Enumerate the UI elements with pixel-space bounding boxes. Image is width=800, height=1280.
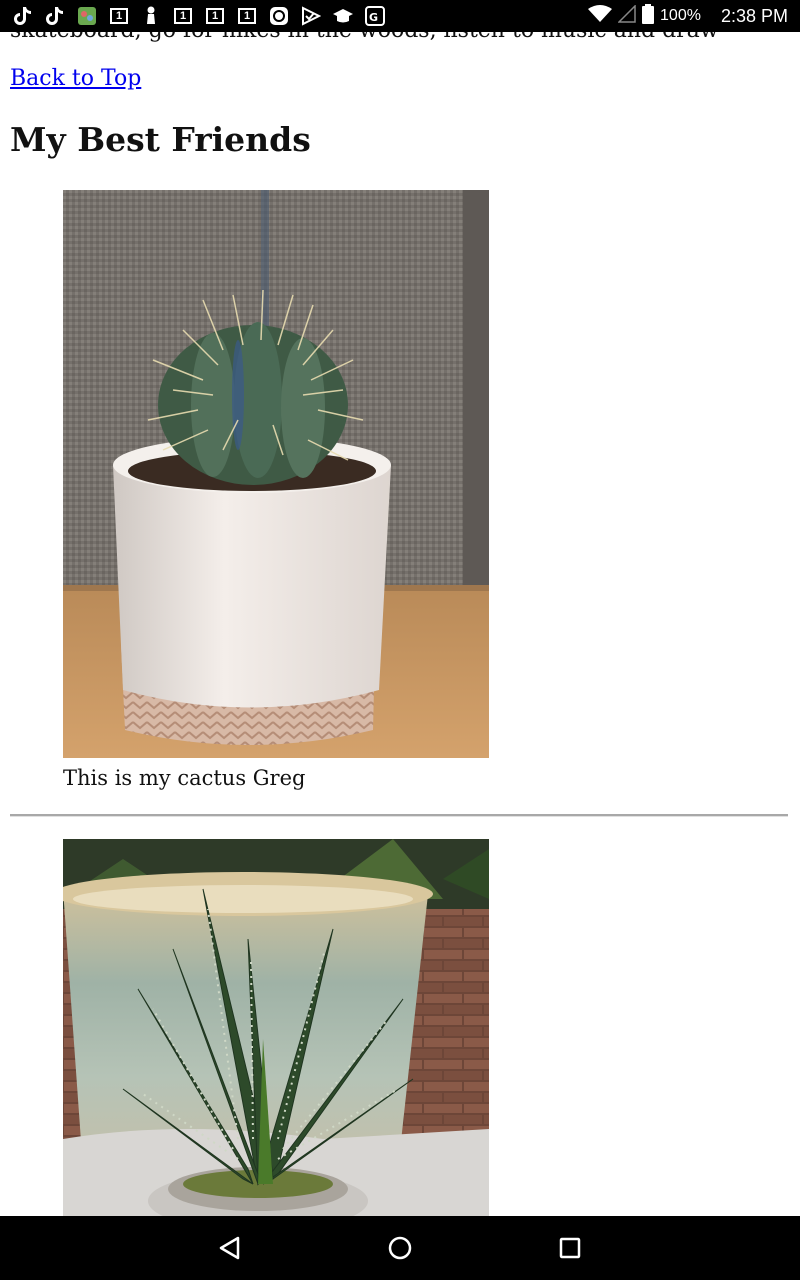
- section-title: My Best Friends: [10, 120, 311, 159]
- navigation-bar: [0, 1216, 800, 1280]
- notification-1-icon: 1: [236, 5, 258, 27]
- notification-1-icon: 1: [172, 5, 194, 27]
- svg-text:G: G: [369, 11, 378, 24]
- notification-1-icon: 1: [204, 5, 226, 27]
- aloe-succulent-photo: [63, 839, 489, 1216]
- notification-icons: 1 1 1 1 G: [12, 5, 386, 27]
- back-to-top-link[interactable]: Back to Top: [10, 66, 141, 91]
- notification-1-icon: 1: [108, 5, 130, 27]
- check-app-icon: [300, 5, 322, 27]
- cactus-photo: [63, 190, 489, 758]
- maps-icon: G: [364, 5, 386, 27]
- divider: [10, 814, 788, 817]
- tiktok-icon: [12, 5, 34, 27]
- back-icon[interactable]: [210, 1232, 250, 1264]
- graduation-cap-icon: [332, 5, 354, 27]
- system-indicators: 100% 2:38 PM: [588, 3, 788, 29]
- home-icon[interactable]: [380, 1232, 420, 1264]
- battery-percent: 100%: [660, 7, 701, 24]
- tiktok-icon: [44, 5, 66, 27]
- clock: 2:38 PM: [720, 5, 788, 26]
- battery-icon: [642, 3, 655, 29]
- sync-app-icon: [268, 5, 290, 27]
- chess-pawn-icon: [140, 5, 162, 27]
- status-bar: 1 1 1 1 G 100% 2:38 PM: [0, 0, 800, 32]
- game-app-icon: [76, 5, 98, 27]
- cactus-caption: This is my cactus Greg: [63, 766, 306, 790]
- wifi-icon: [588, 4, 613, 28]
- recents-icon[interactable]: [550, 1232, 590, 1264]
- signal-icon: [617, 3, 636, 28]
- web-page: skateboard, go for hikes in the woods, l…: [0, 0, 800, 1216]
